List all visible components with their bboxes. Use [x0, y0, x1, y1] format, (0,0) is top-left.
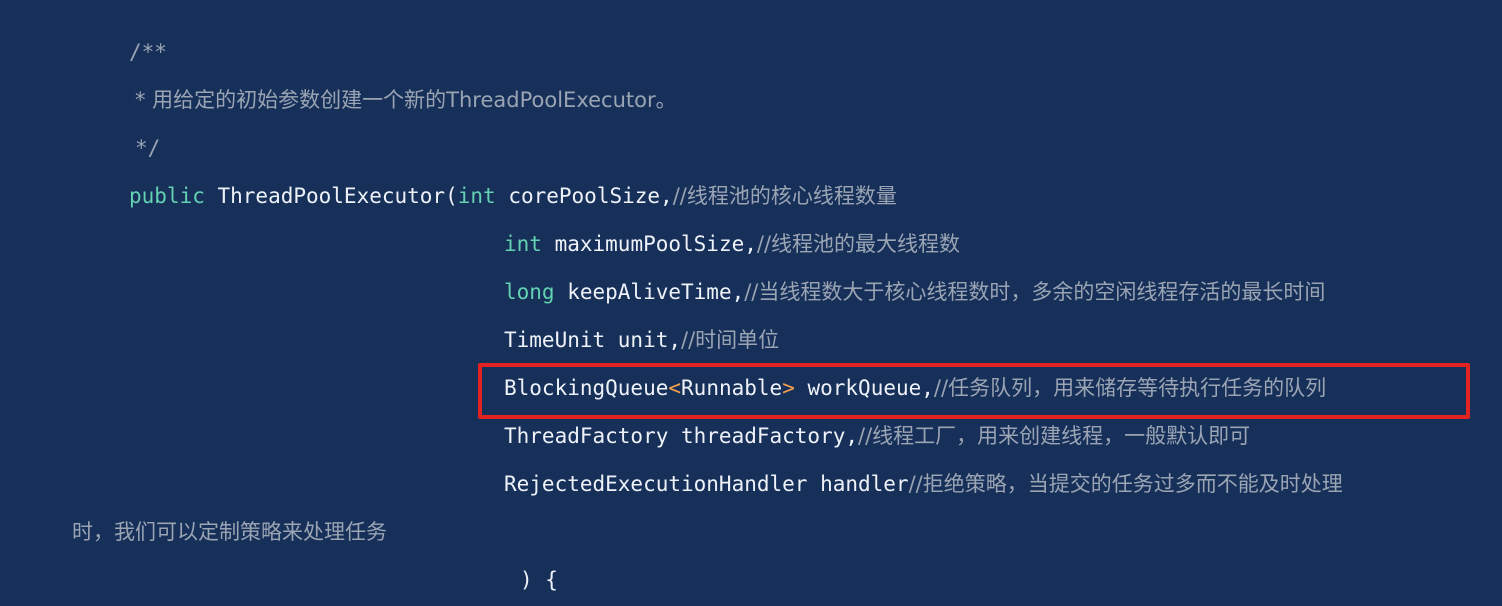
core-pool-size-comment: //线程池的核心线程数量: [672, 184, 897, 208]
doc-comment-description: * 用给定的初始参数创建一个新的ThreadPoolExecutor。: [135, 76, 677, 124]
time-unit-comment: //时间单位: [681, 328, 780, 352]
int-keyword: int: [457, 184, 496, 208]
constructor-name: ThreadPoolExecutor(: [204, 184, 458, 208]
int-keyword-2: int: [504, 232, 542, 256]
long-keyword: long: [504, 280, 555, 304]
doc-line-text: * 用给定的初始参数创建一个新的ThreadPoolExecutor。: [135, 88, 677, 112]
rejected-handler-comment-wrap: 时，我们可以定制策略来处理任务: [72, 508, 387, 556]
rejected-handler-comment-continued: 时，我们可以定制策略来处理任务: [72, 520, 387, 544]
doc-open-text: /**: [129, 40, 167, 64]
time-unit-line: TimeUnit unit,//时间单位: [504, 316, 779, 364]
thread-factory-param: ThreadFactory threadFactory,: [504, 424, 859, 448]
doc-comment-close: */: [135, 124, 160, 172]
keep-alive-time-comment: //当线程数大于核心线程数时，多余的空闲线程存活的最长时间: [744, 280, 1326, 304]
thread-factory-comment: //线程工厂，用来创建线程，一般默认即可: [858, 424, 1251, 448]
doc-close-text: */: [135, 136, 161, 160]
maximum-pool-size-line: int maximumPoolSize,//线程池的最大线程数: [504, 220, 960, 268]
rejected-handler-comment: //拒绝策略，当提交的任务过多而不能及时处理: [908, 472, 1343, 496]
maximum-pool-size-param: maximumPoolSize,: [541, 232, 757, 256]
constructor-signature-line: public ThreadPoolExecutor(int corePoolSi…: [129, 172, 897, 220]
rejected-handler-line: RejectedExecutionHandler handler//拒绝策略，当…: [504, 460, 1343, 508]
highlight-box: [478, 363, 1470, 419]
keep-alive-time-param: keepAliveTime,: [554, 280, 745, 304]
thread-factory-line: ThreadFactory threadFactory,//线程工厂，用来创建线…: [504, 412, 1250, 460]
time-unit-param: TimeUnit unit,: [504, 328, 682, 352]
rejected-handler-param: RejectedExecutionHandler handler: [504, 472, 909, 496]
closing-paren: ) {: [520, 568, 558, 592]
closing-paren-line: ) {: [520, 556, 558, 604]
code-view: /** * 用给定的初始参数创建一个新的ThreadPoolExecutor。 …: [0, 0, 1502, 606]
keep-alive-time-line: long keepAliveTime,//当线程数大于核心线程数时，多余的空闲线…: [504, 268, 1325, 316]
public-keyword: public: [129, 184, 205, 208]
doc-comment-open: /**: [129, 28, 167, 76]
maximum-pool-size-comment: //线程池的最大线程数: [756, 232, 961, 256]
core-pool-size-param: corePoolSize,: [495, 184, 673, 208]
